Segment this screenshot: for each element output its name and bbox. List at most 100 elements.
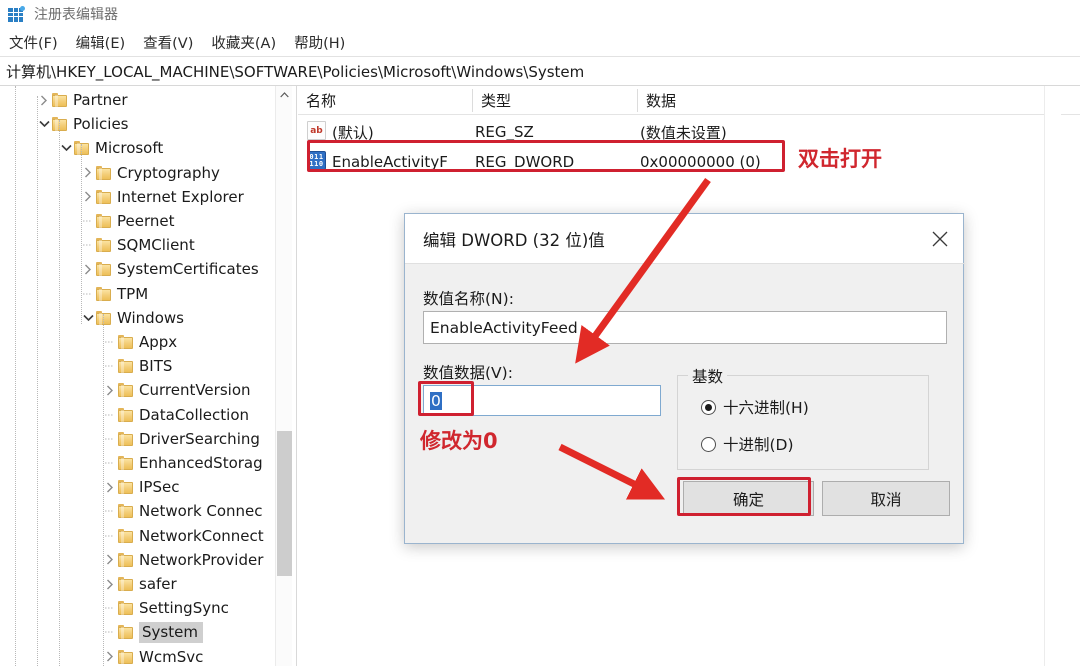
tree-connector-icon: [80, 208, 96, 234]
tree-item-wcmsvc[interactable]: WcmSvc: [102, 644, 203, 666]
folder-icon: [96, 214, 111, 228]
value-name-label: 数值名称(N):: [423, 290, 514, 308]
tree-connector-icon: [102, 402, 118, 428]
tree-scrollbar[interactable]: [275, 86, 292, 666]
scroll-up-arrow-icon[interactable]: [276, 86, 293, 104]
menu-item-help[interactable]: 帮助(H): [285, 30, 354, 55]
list-column-headers: 名称 类型 数据: [298, 86, 1080, 115]
tree-item-internet-explorer[interactable]: Internet Explorer: [80, 184, 244, 210]
tree-item-label: WcmSvc: [139, 647, 204, 666]
chevron-right-icon[interactable]: [36, 87, 52, 113]
registry-editor-window: 注册表编辑器 文件(F) 编辑(E) 查看(V) 收藏夹(A) 帮助(H) 计算…: [0, 0, 1080, 666]
list-scrollbar[interactable]: [1044, 86, 1061, 666]
tree-guide-line: [81, 144, 82, 324]
tree-item-bits[interactable]: BITS: [102, 353, 172, 379]
radio-decimal[interactable]: 十进制(D): [701, 433, 794, 455]
tree-item-label: Internet Explorer: [117, 187, 244, 206]
tree-item-label: BITS: [139, 357, 173, 376]
tree-connector-icon: [102, 619, 118, 645]
tree-connector-icon: [80, 232, 96, 258]
edit-dword-dialog: 编辑 DWORD (32 位)值 数值名称(N): EnableActivity…: [404, 213, 965, 545]
tree-item-tpm[interactable]: TPM: [80, 281, 148, 307]
tree-item-policies[interactable]: Policies: [36, 111, 128, 137]
table-row[interactable]: ab (默认) REG_SZ (数值未设置): [298, 117, 1080, 147]
tree-scrollbar-thumb[interactable]: [277, 431, 292, 576]
chevron-right-icon[interactable]: [102, 571, 118, 597]
tree-item-driversearching[interactable]: DriverSearching: [102, 426, 260, 452]
tree-item-system[interactable]: System: [102, 619, 203, 645]
cell-type: REG_DWORD: [475, 153, 575, 171]
radio-decimal-icon[interactable]: [701, 436, 716, 452]
tree-item-networkconnect[interactable]: NetworkConnect: [102, 523, 264, 549]
tree-item-label: SettingSync: [139, 599, 229, 618]
tree-item-appx[interactable]: Appx: [102, 329, 177, 355]
chevron-down-icon[interactable]: [58, 135, 74, 161]
tree-item-datacollection[interactable]: DataCollection: [102, 402, 249, 428]
menu-item-file[interactable]: 文件(F): [0, 30, 67, 55]
tree-item-sqmclient[interactable]: SQMClient: [80, 232, 195, 258]
chevron-right-icon[interactable]: [80, 256, 96, 282]
value-name-text: EnableActivityFeed: [430, 318, 578, 337]
chevron-right-icon[interactable]: [102, 644, 118, 666]
value-data-text: 0: [430, 391, 442, 410]
tree-item-settingsync[interactable]: SettingSync: [102, 595, 229, 621]
tree-item-windows[interactable]: Windows: [80, 305, 184, 331]
chevron-right-icon[interactable]: [80, 160, 96, 186]
tree-item-label: DriverSearching: [139, 429, 260, 448]
registry-tree-pane[interactable]: Partner Policies Microsoft Cryptography Inte…: [0, 86, 292, 666]
folder-icon: [118, 649, 133, 664]
tree-item-enhancedstorag[interactable]: EnhancedStorag: [102, 450, 263, 476]
tree-item-label: IPSec: [139, 478, 180, 497]
tree-item-label: CurrentVersion: [139, 381, 251, 400]
value-name-input[interactable]: EnableActivityFeed: [423, 311, 947, 344]
column-header-type[interactable]: 类型: [473, 86, 637, 115]
pane-splitter[interactable]: [292, 86, 297, 666]
radio-decimal-label: 十进制(D): [723, 436, 794, 454]
tree-guide-line: [59, 120, 60, 666]
chevron-right-icon[interactable]: [102, 547, 118, 573]
radio-hexadecimal-icon[interactable]: [701, 399, 716, 415]
tree-item-label: SQMClient: [117, 236, 195, 255]
menu-item-favorites[interactable]: 收藏夹(A): [202, 30, 285, 55]
tree-item-peernet[interactable]: Peernet: [80, 208, 175, 234]
tree-item-systemcertificates[interactable]: SystemCertificates: [80, 256, 259, 282]
folder-icon: [118, 625, 133, 640]
value-data-label: 数值数据(V):: [423, 364, 513, 382]
tree-item-networkprovider[interactable]: NetworkProvider: [102, 547, 263, 573]
tree-item-ipsec[interactable]: IPSec: [102, 474, 179, 500]
tree-item-cryptography[interactable]: Cryptography: [80, 160, 220, 186]
tree-item-label: Cryptography: [117, 163, 220, 182]
table-row[interactable]: 011 110 EnableActivityF REG_DWORD 0x00000000…: [298, 147, 1080, 177]
chevron-right-icon[interactable]: [80, 184, 96, 210]
value-data-input[interactable]: 0: [423, 385, 661, 416]
column-header-data[interactable]: 数据: [638, 86, 888, 115]
tree-item-microsoft[interactable]: Microsoft: [58, 135, 163, 161]
tree-item-network-connec[interactable]: Network Connec: [102, 498, 263, 524]
chevron-down-icon[interactable]: [80, 305, 96, 331]
tree-item-partner[interactable]: Partner: [36, 87, 128, 113]
cell-data: 0x00000000 (0): [640, 153, 761, 171]
radio-hexadecimal[interactable]: 十六进制(H): [701, 396, 809, 418]
dialog-body: 数值名称(N): EnableActivityFeed 数值数据(V): 0 基…: [405, 263, 963, 545]
annotation-double-click-open: 双击打开: [798, 147, 882, 171]
chevron-right-icon[interactable]: [102, 377, 118, 403]
folder-icon: [118, 383, 133, 398]
folder-icon: [96, 286, 111, 301]
column-header-name[interactable]: 名称: [298, 86, 472, 115]
tree-connector-icon: [102, 450, 118, 476]
chevron-down-icon[interactable]: [36, 111, 52, 137]
folder-icon: [96, 165, 111, 180]
menu-item-view[interactable]: 查看(V): [134, 30, 202, 55]
tree-item-currentversion[interactable]: CurrentVersion: [102, 377, 251, 403]
menu-item-edit[interactable]: 编辑(E): [67, 30, 134, 55]
dialog-title-bar: 编辑 DWORD (32 位)值: [405, 214, 963, 263]
folder-icon: [52, 93, 67, 107]
cancel-button[interactable]: 取消: [822, 481, 950, 516]
address-bar[interactable]: 计算机\HKEY_LOCAL_MACHINE\SOFTWARE\Policies…: [0, 57, 1080, 85]
folder-icon: [118, 456, 133, 470]
ok-button[interactable]: 确定: [683, 481, 814, 516]
chevron-right-icon[interactable]: [102, 474, 118, 500]
tree-item-safer[interactable]: safer: [102, 571, 177, 597]
close-icon[interactable]: [917, 214, 963, 263]
tree-item-label: Network Connec: [139, 502, 263, 521]
